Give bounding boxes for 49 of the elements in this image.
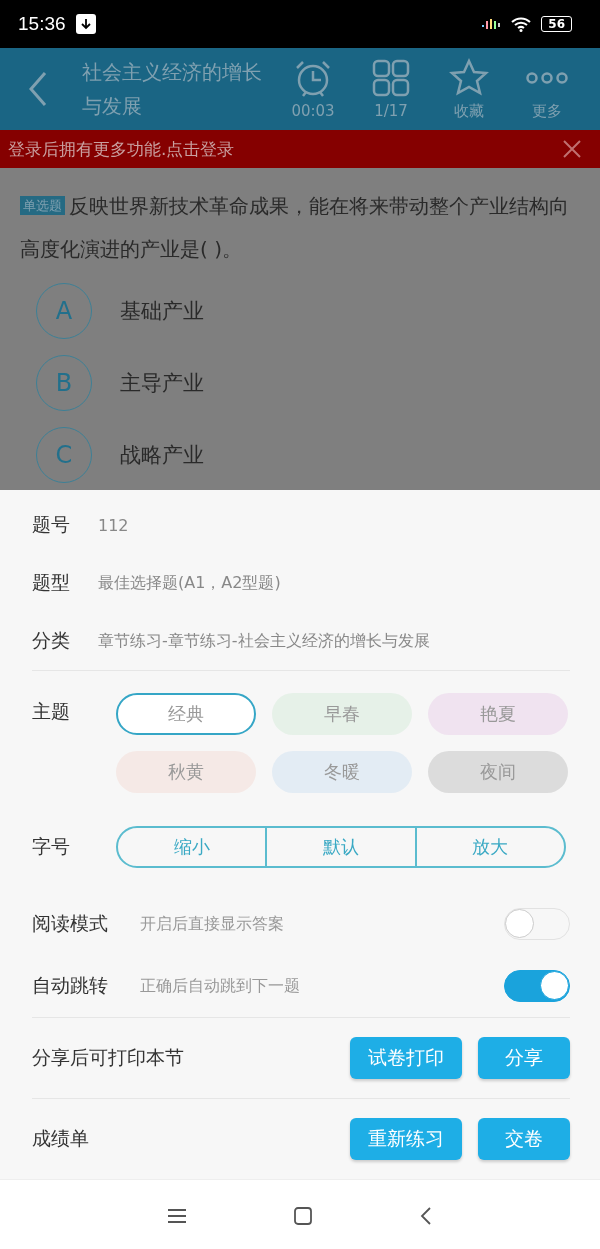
theme-option[interactable]: 夜间	[428, 751, 568, 793]
signal-icon	[481, 17, 502, 31]
back-icon[interactable]	[420, 1206, 432, 1225]
setting-hint: 正确后自动跳到下一题	[140, 975, 300, 997]
setting-label: 题号	[32, 512, 71, 537]
font-size-option[interactable]: 默认	[265, 828, 415, 866]
setting-label: 分享后可打印本节	[32, 1045, 184, 1070]
toolbar-action[interactable]: 1/17	[352, 58, 430, 120]
setting-value: 112	[98, 515, 129, 535]
download-icon	[75, 14, 96, 34]
theme-option[interactable]: 冬暖	[272, 751, 412, 793]
theme-option[interactable]: 经典	[116, 693, 256, 735]
toolbar-action[interactable]: 00:03	[274, 58, 352, 120]
action-button[interactable]: 分享	[478, 1037, 570, 1079]
setting-label: 自动跳转	[32, 973, 109, 998]
toolbar-action[interactable]: 更多	[508, 57, 586, 121]
menu-icon[interactable]	[168, 1208, 186, 1223]
home-icon[interactable]	[294, 1206, 312, 1225]
chapter-title: 社会主义经济的增长与发展	[82, 59, 262, 120]
question-text: $^{单选题}$ 反映世界新技术革命成果，能在将来带动整个产业结构向高度化演进的产业是( )。	[20, 193, 570, 263]
grid-icon	[371, 58, 411, 98]
theme-option[interactable]: 秋黄	[116, 751, 256, 793]
setting-label: 主题	[32, 699, 71, 724]
toggle-switch[interactable]	[504, 970, 570, 1002]
theme-option[interactable]: 早春	[272, 693, 412, 735]
wifi-icon	[511, 16, 532, 32]
star-icon	[449, 57, 489, 98]
setting-value: 最佳选择题(A1，A2型题)	[98, 572, 281, 594]
setting-label: 分类	[32, 628, 71, 653]
action-button[interactable]: 交卷	[478, 1118, 570, 1160]
close-icon[interactable]	[562, 139, 582, 159]
setting-label: 阅读模式	[32, 911, 109, 936]
status-time: 15:36	[18, 13, 66, 35]
font-size-option[interactable]: 缩小	[118, 828, 266, 866]
setting-value: 章节练习-章节练习-社会主义经济的增长与发展	[98, 630, 430, 652]
setting-label: 字号	[32, 834, 71, 859]
option-text[interactable]: 主导产业	[120, 369, 204, 397]
action-button[interactable]: 试卷打印	[350, 1037, 462, 1079]
option-text[interactable]: 基础产业	[120, 297, 204, 325]
option-text[interactable]: 战略产业	[120, 441, 204, 469]
more-icon	[525, 69, 569, 86]
action-button[interactable]: 重新练习	[350, 1118, 462, 1160]
battery-icon: 56	[541, 16, 572, 32]
setting-label: 成绩单	[32, 1126, 89, 1151]
setting-hint: 开启后直接显示答案	[140, 913, 284, 935]
theme-option[interactable]: 艳夏	[428, 693, 568, 735]
setting-label: 题型	[32, 570, 71, 595]
toolbar-action[interactable]: 收藏	[430, 57, 508, 121]
font-size-option[interactable]: 放大	[414, 828, 564, 866]
